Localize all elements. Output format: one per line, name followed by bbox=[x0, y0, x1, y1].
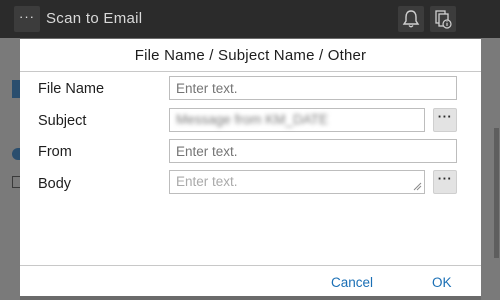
subject-input[interactable]: Message from KM_DATE bbox=[169, 108, 425, 132]
body-placeholder: Enter text. bbox=[176, 174, 238, 189]
ellipsis-icon: ··· bbox=[19, 9, 35, 24]
dialog-title: File Name / Subject Name / Other bbox=[134, 47, 367, 64]
footer-divider bbox=[20, 265, 481, 266]
background-selected-item bbox=[12, 80, 20, 98]
menu-button[interactable]: ··· bbox=[14, 6, 40, 32]
body-more-button[interactable]: ··· bbox=[433, 170, 457, 194]
subject-more-button[interactable]: ··· bbox=[433, 108, 457, 132]
file-subject-dialog: File Name / Subject Name / Other File Na… bbox=[20, 39, 481, 296]
background-checkbox-item bbox=[12, 176, 20, 188]
title-divider bbox=[20, 71, 481, 72]
ellipsis-icon: ··· bbox=[437, 109, 453, 124]
background-scrollbar bbox=[494, 128, 499, 258]
from-input[interactable] bbox=[169, 139, 457, 163]
cancel-button[interactable]: Cancel bbox=[331, 275, 373, 290]
device-info-button[interactable] bbox=[430, 6, 456, 32]
background-right-panel bbox=[481, 38, 500, 300]
background-left-panel bbox=[0, 38, 20, 300]
from-label: From bbox=[38, 144, 72, 160]
background-circle-item bbox=[12, 148, 20, 160]
ellipsis-icon: ··· bbox=[437, 171, 453, 186]
file-name-label: File Name bbox=[38, 81, 105, 97]
body-textarea[interactable]: Enter text. bbox=[169, 170, 425, 194]
subject-value: Message from KM_DATE bbox=[176, 112, 329, 127]
resize-grip-icon[interactable] bbox=[412, 181, 422, 191]
app-title: Scan to Email bbox=[46, 10, 143, 27]
notification-button[interactable] bbox=[398, 6, 424, 32]
bell-icon bbox=[402, 10, 420, 28]
subject-label: Subject bbox=[38, 113, 87, 129]
file-name-input[interactable] bbox=[169, 76, 457, 100]
app-bar: ··· Scan to Email bbox=[0, 0, 500, 38]
device-info-icon bbox=[435, 10, 452, 29]
ok-button[interactable]: OK bbox=[432, 275, 452, 290]
body-label: Body bbox=[38, 176, 72, 192]
